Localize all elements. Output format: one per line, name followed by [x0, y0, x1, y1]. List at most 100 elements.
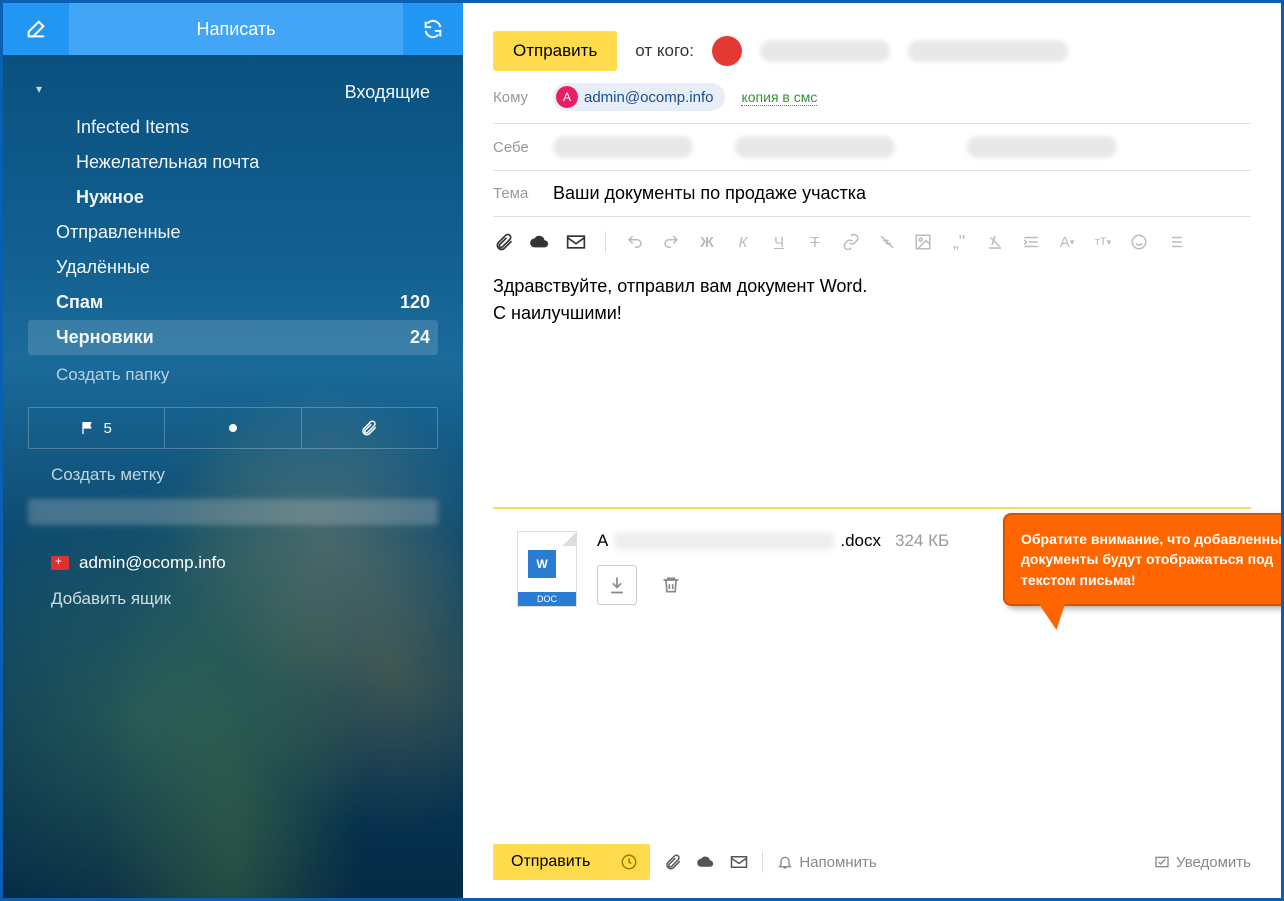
- subject-label: Тема: [493, 185, 541, 202]
- from-label: от кого:: [635, 41, 694, 61]
- folder-deleted[interactable]: Удалённые: [28, 250, 438, 285]
- delete-attachment-button[interactable]: [651, 565, 691, 605]
- account-email: admin@ocomp.info: [79, 553, 226, 573]
- image-icon[interactable]: [912, 232, 934, 252]
- attachment-thumbnail[interactable]: W DOC: [517, 531, 577, 607]
- folder-label: Нежелательная почта: [76, 152, 259, 173]
- body-line: Здравствуйте, отправил вам документ Word…: [493, 273, 1251, 300]
- self-field-row: Себе: [493, 124, 1251, 171]
- bold-icon[interactable]: Ж: [696, 232, 718, 252]
- recipient-email: admin@ocomp.info: [584, 89, 713, 106]
- unlink-icon[interactable]: [876, 232, 898, 252]
- italic-icon[interactable]: К: [732, 232, 754, 252]
- account-icon: [51, 556, 69, 570]
- notify-button[interactable]: Уведомить: [1154, 854, 1251, 871]
- compose-button[interactable]: Написать: [69, 3, 403, 55]
- unread-filter[interactable]: [165, 408, 301, 448]
- cloud-bottom-icon[interactable]: [696, 854, 716, 870]
- blurred-item: [28, 499, 438, 525]
- attach-bottom-icon[interactable]: [664, 853, 682, 871]
- to-label: Кому: [493, 89, 541, 106]
- cloud-attach-icon[interactable]: [529, 232, 551, 252]
- editor-toolbar: Ж К Ч Т „" A▾ тТ▾: [493, 217, 1251, 263]
- folder-label: Черновики: [56, 327, 154, 348]
- folder-count: 24: [410, 327, 430, 348]
- attach-icon[interactable]: [493, 232, 515, 252]
- message-body[interactable]: Здравствуйте, отправил вам документ Word…: [493, 263, 1251, 337]
- refresh-button[interactable]: [403, 3, 463, 55]
- recipient-chip[interactable]: А admin@ocomp.info: [553, 83, 725, 111]
- download-attachment-button[interactable]: [597, 565, 637, 605]
- body-line: С наилучшими!: [493, 300, 1251, 327]
- account-item[interactable]: admin@ocomp.info: [3, 531, 463, 579]
- sender-avatar: [712, 36, 742, 66]
- redo-icon[interactable]: [660, 232, 682, 252]
- annotation-callout: Обратите внимание, что добавленные докум…: [1003, 513, 1284, 606]
- send-button-top[interactable]: Отправить: [493, 31, 617, 71]
- attachment-filter[interactable]: [302, 408, 437, 448]
- folder-list: Входящие Infected Items Нежелательная по…: [3, 55, 463, 395]
- folder-label: Удалённые: [56, 257, 150, 278]
- folder-infected[interactable]: Infected Items: [28, 110, 438, 145]
- folder-label: Спам: [56, 292, 103, 313]
- schedule-send-button[interactable]: [608, 844, 650, 880]
- quote-icon[interactable]: „": [948, 232, 970, 252]
- font-color-icon[interactable]: A▾: [1056, 232, 1078, 252]
- blurred-self-3: [967, 136, 1117, 158]
- mail-bottom-icon[interactable]: [730, 855, 748, 869]
- mail-attach-icon[interactable]: [565, 232, 587, 252]
- sidebar: Написать Входящие Infected Items Нежелат…: [3, 3, 463, 898]
- folder-inbox[interactable]: Входящие: [28, 75, 438, 110]
- notify-label: Уведомить: [1176, 854, 1251, 871]
- sms-copy-link[interactable]: копия в смс: [741, 89, 817, 106]
- indent-icon[interactable]: [1020, 232, 1042, 252]
- flag-filter[interactable]: 5: [29, 408, 165, 448]
- flag-count: 5: [103, 420, 111, 437]
- folder-spam[interactable]: Спам 120: [28, 285, 438, 320]
- folder-count: 120: [400, 292, 430, 313]
- underline-icon[interactable]: Ч: [768, 232, 790, 252]
- folder-needed[interactable]: Нужное: [28, 180, 438, 215]
- blurred-filename: [614, 532, 834, 550]
- bottom-toolbar: Отправить Напомнить Уведомить: [493, 844, 1251, 880]
- folder-drafts[interactable]: Черновики 24: [28, 320, 438, 355]
- folder-junk[interactable]: Нежелательная почта: [28, 145, 438, 180]
- tag-toolbar: 5: [28, 407, 438, 449]
- add-mailbox-link[interactable]: Добавить ящик: [3, 579, 463, 609]
- folder-label: Входящие: [345, 82, 430, 103]
- clear-format-icon[interactable]: [984, 232, 1006, 252]
- create-folder-link[interactable]: Создать папку: [28, 355, 438, 395]
- subject-field-row: Тема: [493, 171, 1251, 217]
- to-field-row: Кому А admin@ocomp.info копия в смс: [493, 71, 1251, 124]
- toolbar-separator: [605, 231, 606, 253]
- word-icon: W: [528, 550, 556, 578]
- font-size-icon[interactable]: тТ▾: [1092, 232, 1114, 252]
- remind-button[interactable]: Напомнить: [777, 853, 876, 871]
- subject-input[interactable]: [553, 183, 1251, 204]
- list-icon[interactable]: [1164, 232, 1186, 252]
- emoji-icon[interactable]: [1128, 232, 1150, 252]
- self-label: Себе: [493, 139, 541, 156]
- create-label-link[interactable]: Создать метку: [3, 449, 463, 493]
- attachment-size: 324 КБ: [895, 531, 949, 551]
- attachment-name-prefix: А: [597, 531, 608, 551]
- recipient-avatar: А: [556, 86, 578, 108]
- attachment-name-row: А .docx 324 КБ: [597, 531, 949, 551]
- blurred-self-2: [735, 136, 895, 158]
- bottom-separator: [762, 851, 763, 873]
- doc-type-label: DOC: [518, 592, 576, 606]
- link-icon[interactable]: [840, 232, 862, 252]
- compose-pane: Отправить от кого: Кому А admin@ocomp.in…: [463, 3, 1281, 898]
- strike-icon[interactable]: Т: [804, 232, 826, 252]
- send-button-bottom[interactable]: Отправить: [493, 844, 608, 880]
- folder-label: Нужное: [76, 187, 144, 208]
- folder-sent[interactable]: Отправленные: [28, 215, 438, 250]
- blurred-self-1: [553, 136, 693, 158]
- folder-label: Отправленные: [56, 222, 181, 243]
- remind-label: Напомнить: [799, 854, 876, 871]
- blurred-sender-email: [908, 40, 1068, 62]
- attachment-name-suffix: .docx: [840, 531, 881, 551]
- compose-icon-button[interactable]: [3, 3, 69, 55]
- undo-icon[interactable]: [624, 232, 646, 252]
- blurred-sender-name: [760, 40, 890, 62]
